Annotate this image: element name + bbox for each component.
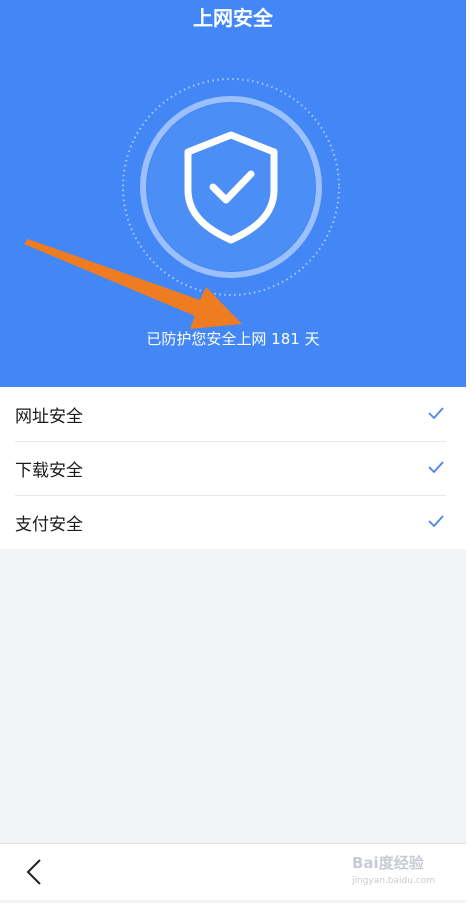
watermark-url: jingyan.baidu.com bbox=[352, 876, 436, 886]
list-item-url-security[interactable]: 网址安全 bbox=[0, 387, 466, 441]
watermark-logo: Bai度经验 bbox=[352, 854, 424, 872]
page-title: 上网安全 bbox=[193, 6, 273, 30]
list-item-payment-security[interactable]: 支付安全 bbox=[0, 495, 466, 549]
list-item-label: 网址安全 bbox=[15, 406, 83, 427]
shield-icon bbox=[122, 78, 340, 296]
screen-edge bbox=[466, 0, 470, 903]
check-icon bbox=[428, 515, 444, 527]
watermark: Bai度经验 jingyan.baidu.com bbox=[352, 852, 448, 892]
chevron-left-icon[interactable] bbox=[22, 858, 46, 886]
header: 上网安全 已防护您安全上网 181 天 bbox=[0, 0, 466, 387]
list-item-download-security[interactable]: 下载安全 bbox=[0, 441, 466, 495]
protection-status: 已防护您安全上网 181 天 bbox=[146, 330, 320, 348]
check-icon bbox=[428, 407, 444, 419]
list-item-label: 下载安全 bbox=[15, 460, 83, 481]
list-item-label: 支付安全 bbox=[15, 514, 83, 535]
security-list: 网址安全 下载安全 支付安全 bbox=[0, 387, 466, 549]
check-icon bbox=[428, 461, 444, 473]
